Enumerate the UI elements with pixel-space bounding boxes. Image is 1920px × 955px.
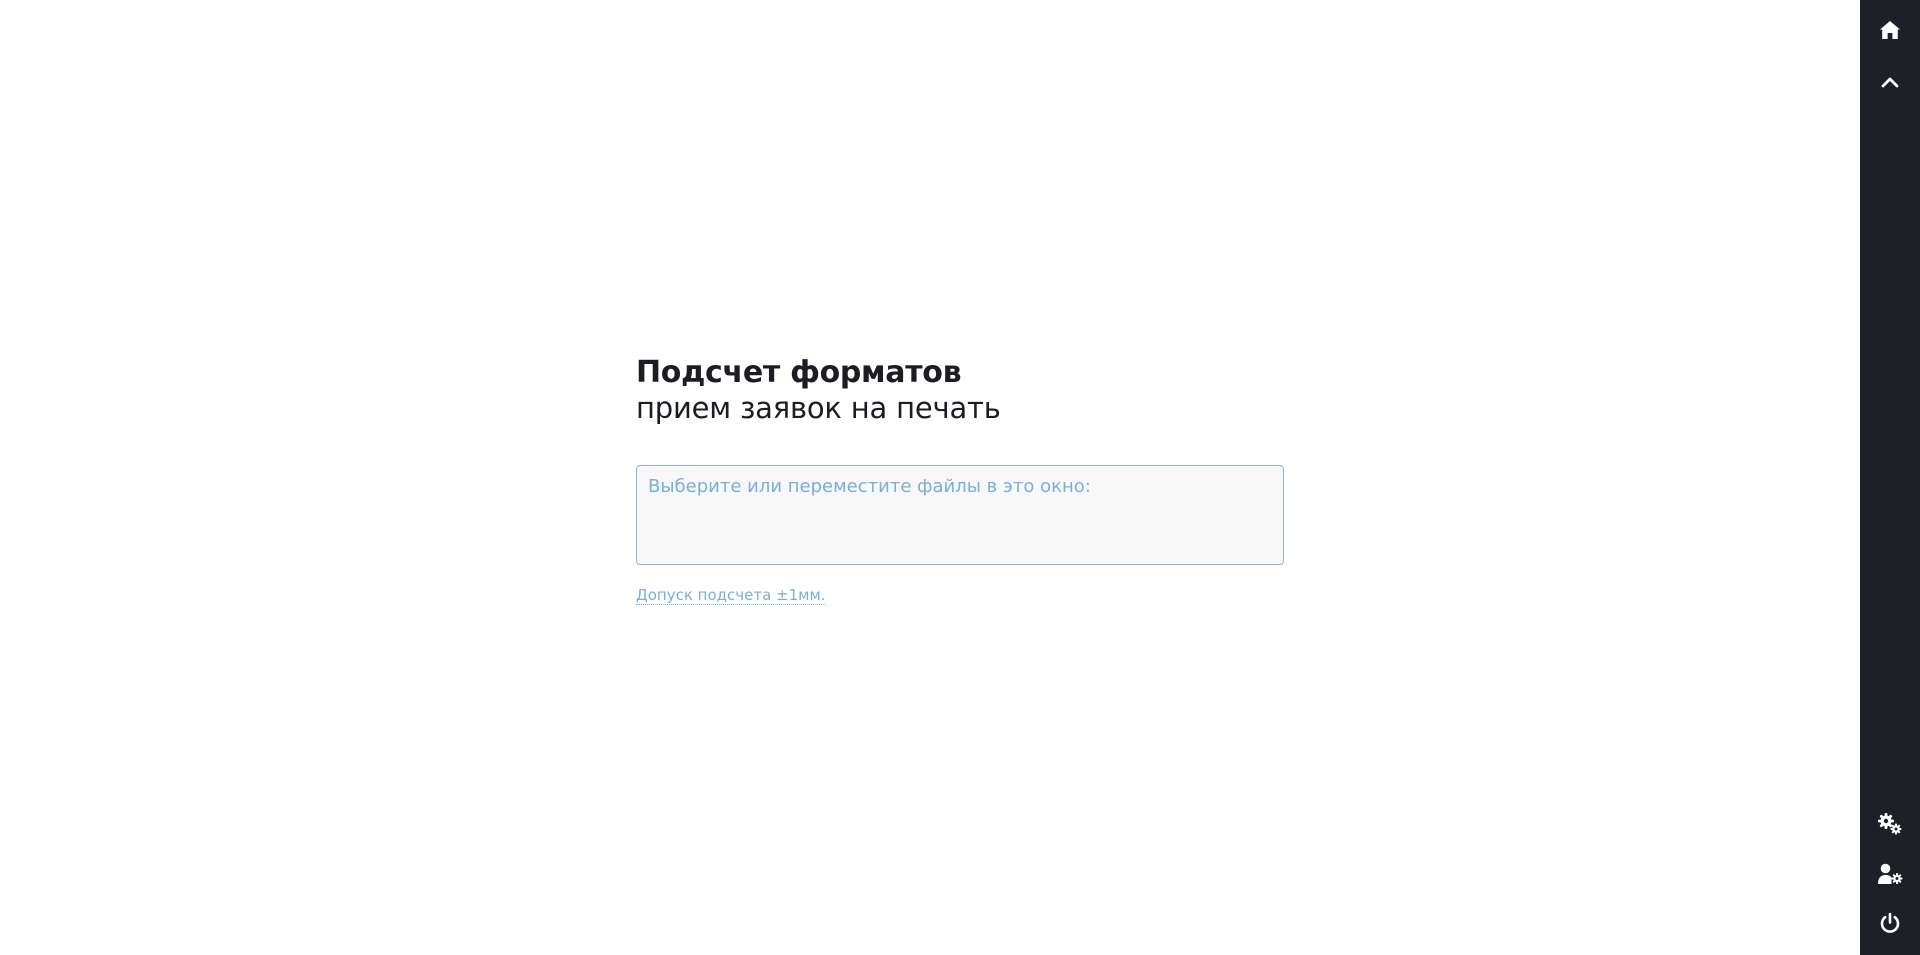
user-settings-button[interactable] [1860, 854, 1920, 894]
home-button[interactable] [1860, 10, 1920, 50]
dropzone-label: Выберите или переместите файлы в это окн… [648, 476, 1091, 497]
cogs-icon [1877, 812, 1903, 836]
tolerance-link[interactable]: Допуск подсчета ±1мм. [636, 586, 826, 605]
user-gear-icon [1877, 863, 1903, 885]
page-title: Подсчет форматов [636, 355, 962, 390]
home-icon [1879, 20, 1901, 40]
chevron-up-icon [1881, 76, 1899, 88]
settings-button[interactable] [1860, 804, 1920, 844]
scroll-up-button[interactable] [1860, 62, 1920, 102]
page: Подсчет форматов прием заявок на печать … [0, 0, 1920, 955]
main-area: Подсчет форматов прием заявок на печать … [0, 0, 1860, 955]
sidebar [1860, 0, 1920, 955]
page-subtitle: прием заявок на печать [636, 391, 1001, 425]
file-dropzone[interactable]: Выберите или переместите файлы в это окн… [636, 465, 1284, 565]
content: Подсчет форматов прием заявок на печать … [636, 355, 1284, 605]
logout-button[interactable] [1860, 903, 1920, 943]
power-icon [1879, 912, 1901, 934]
